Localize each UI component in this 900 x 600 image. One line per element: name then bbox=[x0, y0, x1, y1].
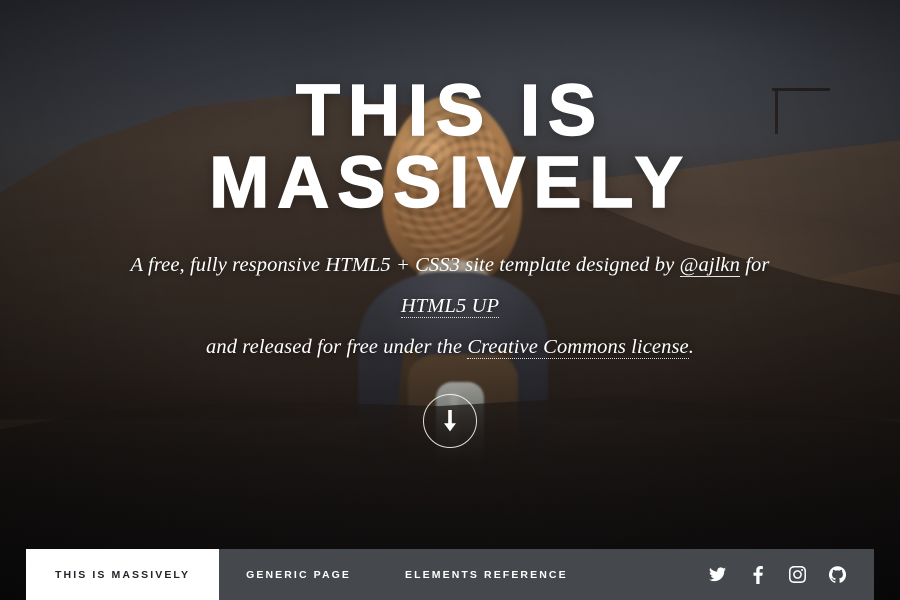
github-icon[interactable] bbox=[822, 560, 852, 590]
creative-commons-license-link[interactable]: Creative Commons license bbox=[467, 336, 689, 359]
nav-item-generic-page[interactable]: Generic Page bbox=[219, 549, 378, 600]
instagram-icon[interactable] bbox=[782, 560, 812, 590]
hero-subtitle: A free, fully responsive HTML5 + CSS3 si… bbox=[100, 245, 800, 368]
subtitle-text-4: . bbox=[688, 336, 694, 358]
html5up-link[interactable]: HTML5 UP bbox=[400, 295, 500, 318]
subtitle-text-1: A free, fully responsive HTML5 + CSS3 si… bbox=[130, 254, 680, 276]
bottom-navigation-bar: This is Massively Generic Page Elements … bbox=[26, 549, 874, 600]
page-root: THIS IS MASSIVELY A free, fully responsi… bbox=[0, 0, 900, 600]
social-links-group bbox=[702, 549, 874, 600]
hero-section: THIS IS MASSIVELY A free, fully responsi… bbox=[0, 0, 900, 549]
subtitle-text-3: and released for free under the bbox=[206, 336, 468, 358]
nav-item-elements-reference[interactable]: Elements Reference bbox=[378, 549, 595, 600]
scroll-down-button[interactable] bbox=[423, 394, 477, 448]
subtitle-text-2: for bbox=[739, 254, 770, 276]
author-link[interactable]: @ajlkn bbox=[679, 254, 740, 277]
nav-item-this-is-massively[interactable]: This is Massively bbox=[26, 549, 220, 600]
arrow-down-icon bbox=[442, 410, 458, 432]
facebook-icon[interactable] bbox=[742, 560, 772, 590]
page-title: THIS IS MASSIVELY bbox=[208, 71, 691, 223]
nav-links-group: This is Massively Generic Page Elements … bbox=[26, 549, 595, 600]
twitter-icon[interactable] bbox=[702, 560, 732, 590]
